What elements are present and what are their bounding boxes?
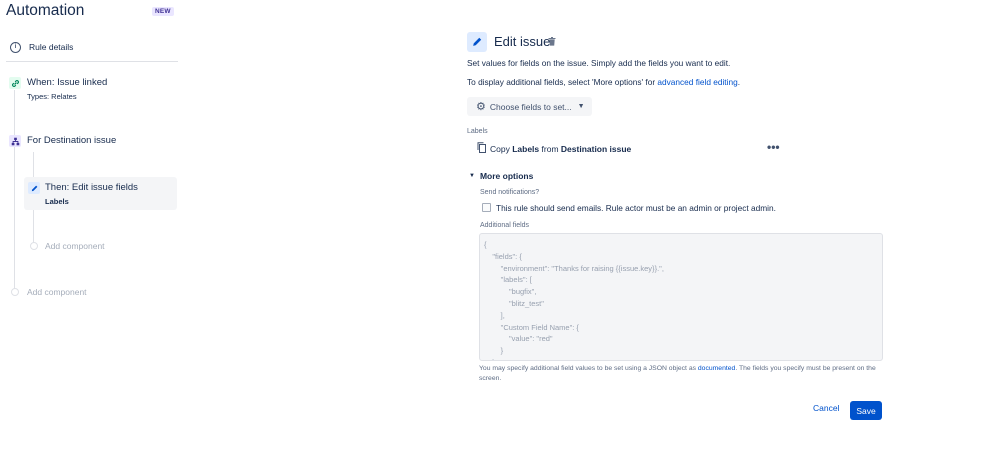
chevron-down-icon: ▼ (469, 173, 475, 179)
rule-rail-line (14, 90, 15, 292)
additional-fields-label: Additional fields (480, 222, 530, 229)
trigger-step-subtitle: Types: Relates (27, 92, 77, 101)
send-notifications-checkbox[interactable] (482, 203, 491, 212)
branch-step-title[interactable]: For Destination issue (27, 135, 116, 146)
info-icon: i (10, 41, 21, 53)
gear-icon: ⚙ (476, 101, 486, 113)
branch-icon (9, 135, 21, 147)
rule-details-item[interactable]: i Rule details (10, 40, 73, 54)
panel-title: Edit issue (494, 34, 551, 49)
chevron-down-icon: ▼ (577, 103, 585, 110)
divider (6, 61, 178, 62)
send-notifications-label: Send notifications? (480, 189, 540, 196)
pencil-icon (28, 182, 40, 194)
more-options-toggle[interactable]: ▼ More options (469, 171, 533, 181)
add-component-inner[interactable]: Add component (45, 241, 105, 251)
rule-details-label: Rule details (29, 42, 74, 52)
copy-icon (477, 141, 486, 156)
choose-fields-button[interactable]: ⚙ Choose fields to set... ▼ (467, 97, 592, 116)
documented-link[interactable]: documented (698, 365, 735, 372)
panel-description-2: To display additional fields, select 'Mo… (467, 77, 740, 87)
add-component-outer[interactable]: Add component (27, 287, 87, 297)
send-notifications-text: This rule should send emails. Rule actor… (496, 203, 776, 213)
trash-icon[interactable] (548, 37, 556, 48)
action-step-title[interactable]: Then: Edit issue fields (45, 182, 138, 193)
pencil-icon (467, 32, 487, 52)
link-icon (9, 77, 21, 89)
more-actions-icon[interactable]: ••• (767, 140, 780, 154)
json-placeholder: { "fields": { "environment": "Thanks for… (484, 240, 664, 360)
action-step-subtitle: Labels (45, 197, 69, 206)
add-component-dot (11, 288, 19, 296)
add-component-dot (30, 242, 38, 250)
choose-fields-label: Choose fields to set... (489, 101, 572, 112)
additional-fields-help: You may specify additional field values … (479, 365, 876, 382)
labels-field-label: Labels (467, 128, 488, 135)
new-badge: NEW (152, 7, 174, 16)
save-button[interactable]: Save (850, 401, 882, 420)
cancel-button[interactable]: Cancel (813, 403, 839, 413)
panel-description: Set values for fields on the issue. Simp… (467, 58, 731, 68)
additional-fields-textarea[interactable]: { "fields": { "environment": "Thanks for… (479, 233, 883, 361)
labels-copy-row[interactable]: Copy Labels from Destination issue (477, 141, 631, 156)
trigger-step-title[interactable]: When: Issue linked (27, 77, 107, 88)
advanced-field-editing-link[interactable]: advanced field editing (657, 77, 737, 87)
page-title: Automation (6, 2, 85, 19)
